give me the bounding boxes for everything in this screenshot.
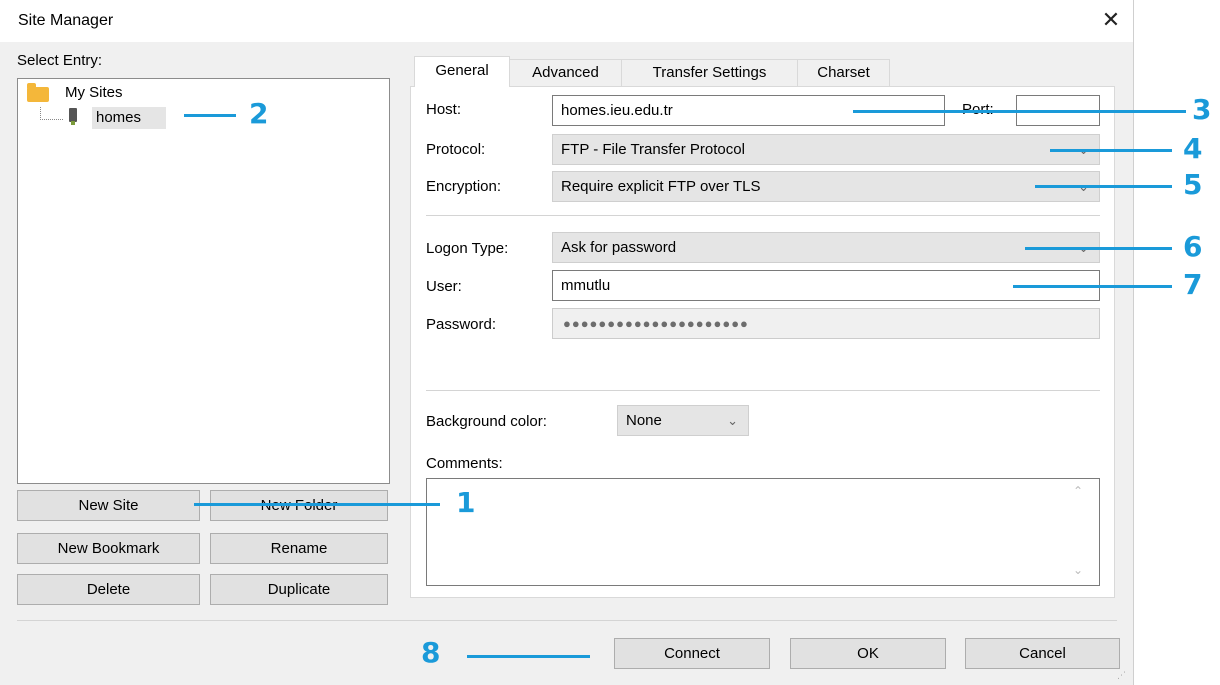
- tab-general[interactable]: General: [414, 56, 510, 87]
- cancel-button[interactable]: Cancel: [965, 638, 1120, 669]
- comments-label: Comments:: [426, 455, 503, 472]
- encryption-value: Require explicit FTP over TLS: [561, 178, 761, 195]
- tab-charset[interactable]: Charset: [797, 59, 890, 87]
- background-color-value: None: [626, 412, 662, 429]
- protocol-value: FTP - File Transfer Protocol: [561, 141, 745, 158]
- background-color-select[interactable]: None ⌄: [617, 405, 749, 436]
- scroll-up-icon[interactable]: ⌃: [1073, 484, 1123, 498]
- protocol-select[interactable]: FTP - File Transfer Protocol ⌄: [552, 134, 1100, 165]
- server-icon: [69, 108, 77, 125]
- tree-item-my-sites[interactable]: My Sites: [65, 84, 123, 101]
- protocol-label: Protocol:: [426, 141, 486, 158]
- callout-line-8: [467, 655, 590, 658]
- password-label: Password:: [426, 316, 497, 333]
- scroll-down-icon[interactable]: ⌄: [1073, 563, 1123, 577]
- window-title: Site Manager: [18, 12, 114, 29]
- host-label: Host:: [426, 101, 462, 118]
- resize-grip-icon[interactable]: ⋰: [1117, 670, 1126, 681]
- callout-line-6: [1025, 247, 1172, 250]
- password-input[interactable]: ●●●●●●●●●●●●●●●●●●●●●: [552, 308, 1100, 339]
- logon-type-select[interactable]: Ask for password ⌄: [552, 232, 1100, 263]
- tab-transfer-settings[interactable]: Transfer Settings: [621, 59, 798, 87]
- encryption-label: Encryption:: [426, 178, 502, 195]
- site-tree[interactable]: My Sites homes: [17, 78, 390, 484]
- ok-button[interactable]: OK: [790, 638, 946, 669]
- close-icon[interactable]: ✕: [1097, 6, 1125, 34]
- callout-line-3: [853, 110, 1186, 113]
- title-bar: Site Manager ✕: [0, 0, 1133, 42]
- logon-type-label: Logon Type:: [426, 240, 509, 257]
- site-manager-dialog: Site Manager ✕ Select Entry: My Sites ho…: [0, 0, 1134, 685]
- callout-2: 2: [249, 97, 269, 130]
- callout-7: 7: [1183, 268, 1203, 301]
- new-bookmark-button[interactable]: New Bookmark: [17, 533, 200, 564]
- callout-6: 6: [1183, 230, 1203, 263]
- separator: [17, 620, 1117, 621]
- separator: [426, 215, 1100, 216]
- callout-5: 5: [1183, 168, 1203, 201]
- separator: [426, 390, 1100, 391]
- duplicate-button[interactable]: Duplicate: [210, 574, 388, 605]
- folder-icon: [27, 83, 49, 102]
- callout-3: 3: [1192, 93, 1212, 126]
- logon-type-value: Ask for password: [561, 239, 677, 256]
- callout-8: 8: [421, 636, 441, 669]
- encryption-select[interactable]: Require explicit FTP over TLS ⌄: [552, 171, 1100, 202]
- callout-4: 4: [1183, 132, 1203, 165]
- tree-connector: [40, 107, 63, 120]
- chevron-down-icon: ⌄: [727, 413, 738, 428]
- select-entry-label: Select Entry:: [17, 52, 103, 69]
- callout-line-4: [1050, 149, 1172, 152]
- delete-button[interactable]: Delete: [17, 574, 200, 605]
- comments-textarea[interactable]: [426, 478, 1100, 586]
- tree-item-homes[interactable]: homes: [92, 107, 166, 129]
- callout-1: 1: [456, 486, 476, 519]
- new-site-button[interactable]: New Site: [17, 490, 200, 521]
- callout-line-7: [1013, 285, 1172, 288]
- background-color-label: Background color:: [426, 413, 547, 430]
- tab-advanced[interactable]: Advanced: [509, 59, 622, 87]
- callout-line-2: [184, 114, 236, 117]
- connect-button[interactable]: Connect: [614, 638, 770, 669]
- callout-line-5: [1035, 185, 1172, 188]
- callout-line-1: [194, 503, 440, 506]
- user-label: User:: [426, 278, 462, 295]
- rename-button[interactable]: Rename: [210, 533, 388, 564]
